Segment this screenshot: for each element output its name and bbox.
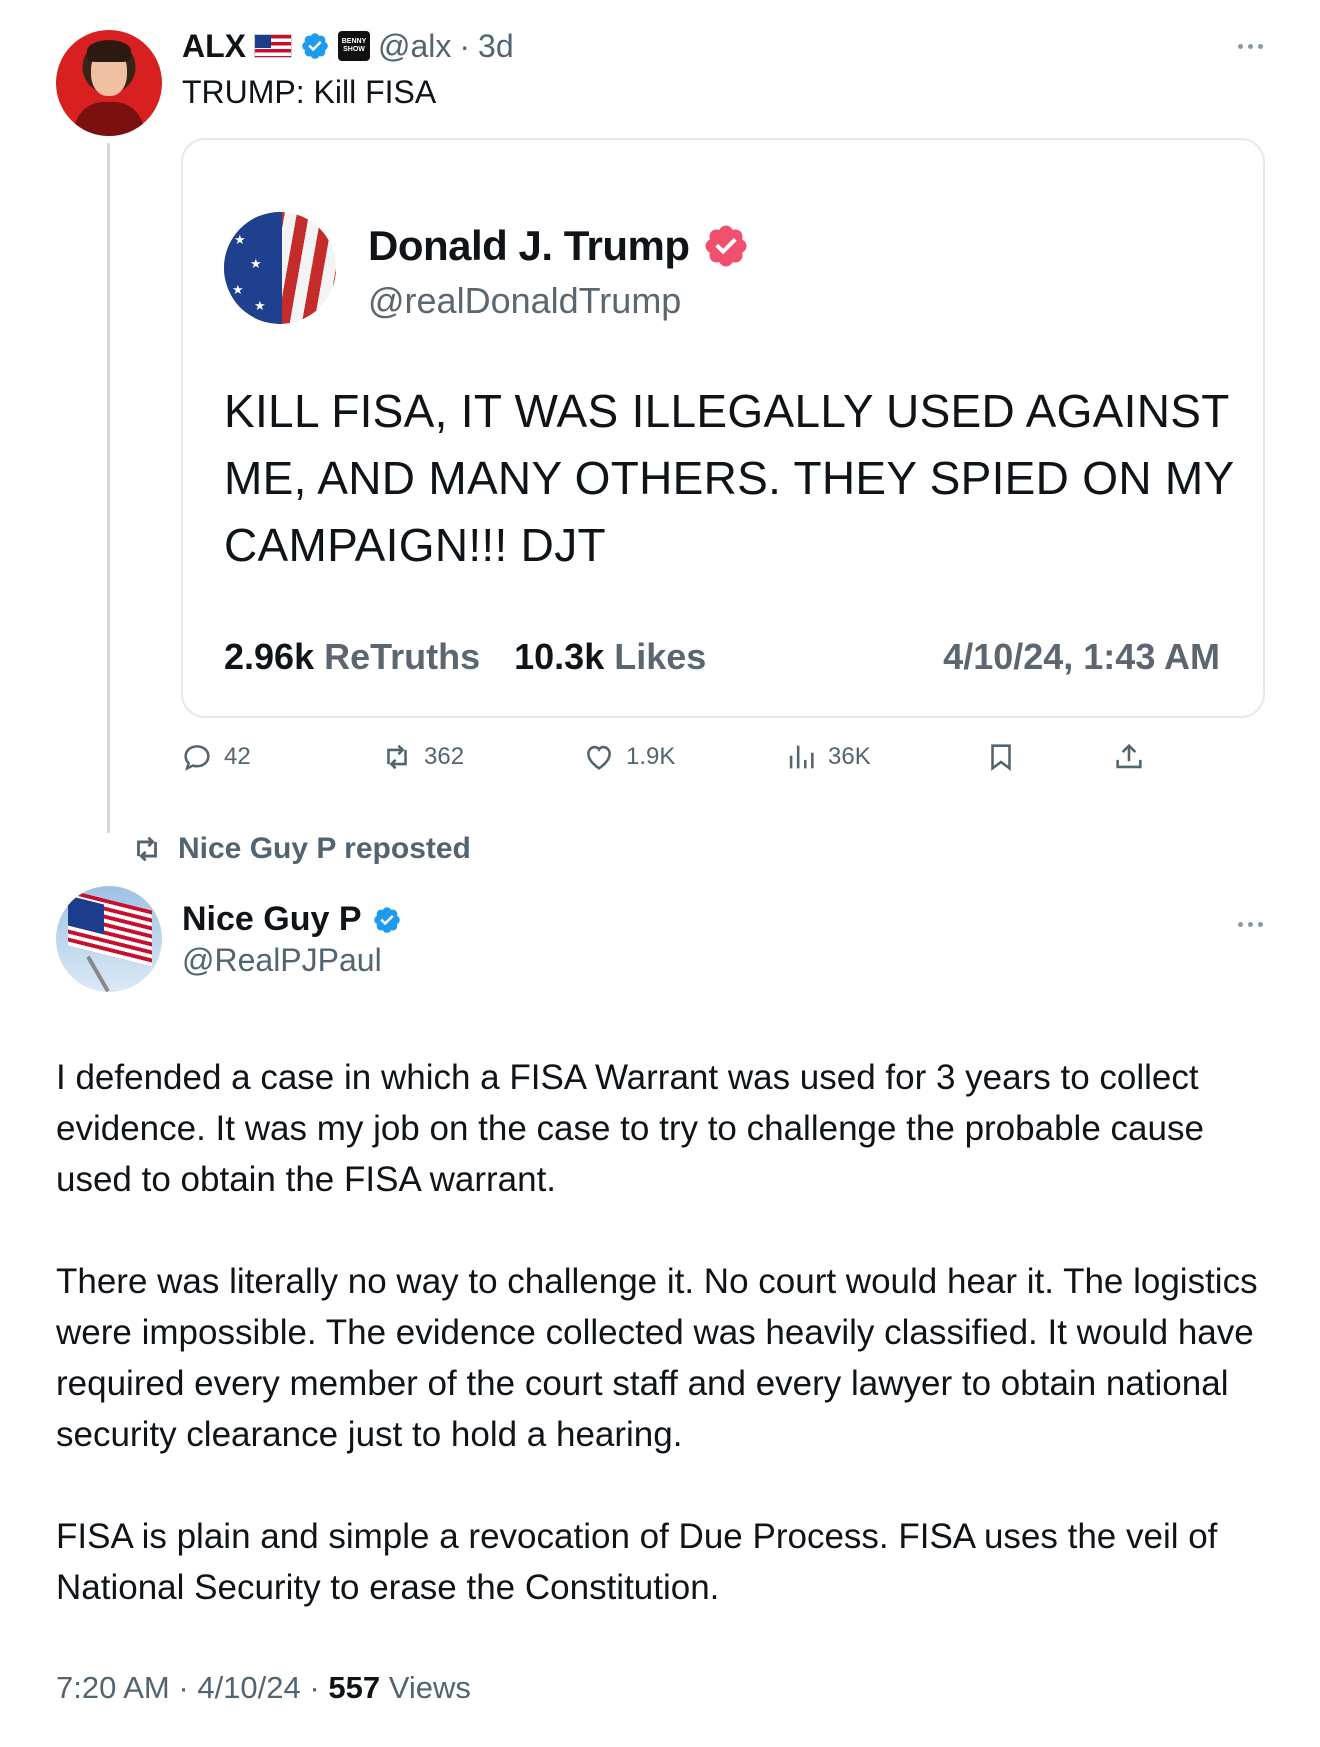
bookmark-icon <box>991 744 1011 771</box>
niceguy-author-name[interactable]: Nice Guy P <box>182 900 362 939</box>
more-icon[interactable] <box>1230 36 1270 56</box>
us-flag-icon <box>254 34 292 58</box>
more-icon[interactable] <box>1230 914 1270 934</box>
retruths-label: ReTruths <box>324 636 481 677</box>
tweet-paragraph: I defended a case in which a FISA Warran… <box>56 1058 1204 1199</box>
views-button[interactable]: 36K <box>784 740 871 774</box>
verified-icon <box>372 905 402 935</box>
tweet-views-label: Views <box>388 1670 471 1705</box>
verified-icon <box>300 31 330 61</box>
tweet-body: I defended a case in which a FISA Warran… <box>56 1052 1286 1664</box>
reply-button[interactable]: 42 <box>180 740 251 774</box>
trump-header: Donald J. Trump <box>368 222 750 270</box>
trump-avatar: ★ ★ ★ ★ <box>224 212 336 324</box>
repost-notice-text: Nice Guy P reposted <box>178 832 471 865</box>
like-count: 1.9K <box>626 743 676 770</box>
niceguy-avatar[interactable] <box>56 886 162 992</box>
separator: · <box>178 1670 189 1705</box>
truth-text: KILL FISA, IT WAS ILLEGALLY USED AGAINST… <box>224 385 1234 571</box>
likes-count: 10.3k <box>514 636 605 677</box>
truth-date: 4/10/24, 1:43 AM <box>943 636 1220 677</box>
separator: · <box>459 27 471 64</box>
tweet-paragraph: FISA is plain and simple a revocation of… <box>56 1517 1218 1607</box>
tweet-meta: 7:20 AM · 4/10/24 · 557 Views <box>56 1670 471 1706</box>
alx-age[interactable]: 3d <box>478 28 514 65</box>
reply-count: 42 <box>224 743 251 770</box>
thread-line <box>107 143 110 833</box>
retweet-button[interactable]: 362 <box>380 740 464 774</box>
pink-verified-icon <box>702 222 750 270</box>
niceguy-header: Nice Guy P <box>182 900 402 939</box>
views-icon <box>789 745 814 769</box>
bookmark-button[interactable] <box>984 740 1018 774</box>
views-count: 36K <box>828 743 871 770</box>
alx-header: ALX BENNY SHOW @alx · 3d <box>182 26 514 66</box>
separator: · <box>309 1670 320 1705</box>
affiliate-badge-icon[interactable]: BENNY SHOW <box>338 31 370 61</box>
like-button[interactable]: 1.9K <box>582 740 675 774</box>
retweet-count: 362 <box>424 743 465 770</box>
tweet-views-count: 557 <box>328 1670 381 1705</box>
like-icon <box>587 745 611 770</box>
share-button[interactable] <box>1112 740 1146 774</box>
alx-author-name[interactable]: ALX <box>182 28 246 65</box>
alx-tweet-text: TRUMP: Kill FISA <box>182 74 437 110</box>
alx-handle[interactable]: @alx <box>378 28 451 65</box>
niceguy-handle[interactable]: @RealPJPaul <box>182 942 382 979</box>
tweet-time[interactable]: 7:20 AM <box>56 1670 170 1705</box>
trump-author-name: Donald J. Trump <box>368 222 690 269</box>
tweet-date[interactable]: 4/10/24 <box>197 1670 300 1705</box>
retruths-count: 2.96k <box>224 636 315 677</box>
trump-handle: @realDonaldTrump <box>368 280 682 321</box>
retweet-icon <box>387 744 407 770</box>
truth-stats: 2.96k ReTruths 10.3k Likes <box>224 636 706 678</box>
alx-avatar[interactable] <box>56 30 162 136</box>
retweet-icon <box>137 836 157 862</box>
share-icon <box>1116 743 1142 769</box>
tweet-paragraph: There was literally no way to challenge … <box>56 1262 1258 1454</box>
likes-label: Likes <box>614 636 707 677</box>
reply-icon <box>184 745 210 771</box>
repost-notice[interactable]: Nice Guy P reposted <box>130 832 471 866</box>
